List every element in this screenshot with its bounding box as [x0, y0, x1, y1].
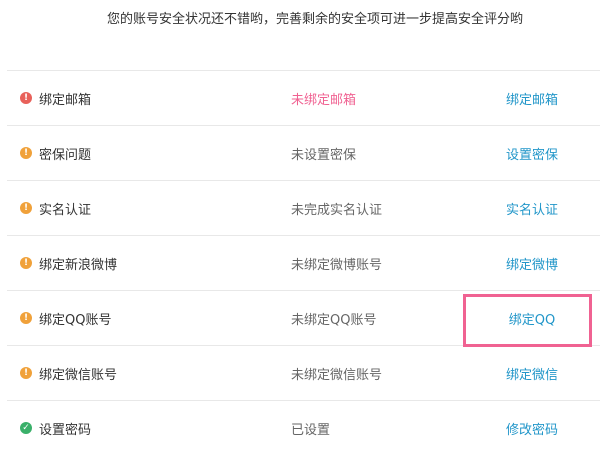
item-name: 绑定新浪微博 — [39, 258, 118, 273]
security-item-wechat: ! 绑定微信账号 未绑定微信账号 绑定微信 — [7, 345, 600, 400]
security-item-security-question: ! 密保问题 未设置密保 设置密保 — [7, 125, 600, 180]
exclamation-icon: ! — [20, 312, 32, 324]
item-status: 未绑定微博账号 — [291, 258, 383, 273]
real-name-verify-link[interactable]: 实名认证 — [482, 199, 582, 218]
exclamation-icon: ! — [20, 92, 32, 104]
check-icon: ✓ — [20, 422, 32, 434]
exclamation-icon: ! — [20, 367, 32, 379]
set-security-question-link[interactable]: 设置密保 — [482, 144, 582, 163]
item-name: 设置密码 — [39, 423, 92, 438]
security-item-password: ✓ 设置密码 已设置 修改密码 — [7, 400, 600, 450]
bind-wechat-link[interactable]: 绑定微信 — [482, 364, 582, 383]
change-password-link[interactable]: 修改密码 — [482, 419, 582, 438]
item-name: 密保问题 — [39, 148, 92, 163]
bind-email-link[interactable]: 绑定邮箱 — [482, 89, 582, 108]
item-status: 未绑定微信账号 — [291, 368, 383, 383]
security-status-message: 您的账号安全状况还不错哟，完善剩余的安全项可进一步提高安全评分哟 — [106, 12, 523, 27]
bind-qq-link[interactable]: 绑定QQ — [482, 309, 582, 328]
exclamation-icon: ! — [20, 257, 32, 269]
security-item-real-name: ! 实名认证 未完成实名认证 实名认证 — [7, 180, 600, 235]
exclamation-icon: ! — [20, 147, 32, 159]
item-status: 未绑定邮箱 — [291, 93, 357, 108]
bind-weibo-link[interactable]: 绑定微博 — [482, 254, 582, 273]
item-status: 未完成实名认证 — [291, 203, 383, 218]
security-item-email: ! 绑定邮箱 未绑定邮箱 绑定邮箱 — [7, 70, 600, 125]
item-status: 未绑定QQ账号 — [291, 313, 377, 328]
security-item-qq: ! 绑定QQ账号 未绑定QQ账号 绑定QQ — [7, 290, 600, 345]
security-item-weibo: ! 绑定新浪微博 未绑定微博账号 绑定微博 — [7, 235, 600, 290]
item-name: 绑定微信账号 — [39, 368, 118, 383]
item-status: 未设置密保 — [291, 148, 357, 163]
security-items-list: ! 绑定邮箱 未绑定邮箱 绑定邮箱 ! 密保问题 未设置密保 设置密保 ! 实名… — [7, 70, 600, 450]
item-status: 已设置 — [291, 423, 331, 438]
item-name: 实名认证 — [39, 203, 92, 218]
item-name: 绑定QQ账号 — [39, 313, 112, 328]
item-name: 绑定邮箱 — [39, 93, 92, 108]
security-settings-page: 您的账号安全状况还不错哟，完善剩余的安全项可进一步提高安全评分哟 ! 绑定邮箱 … — [0, 0, 600, 450]
exclamation-icon: ! — [20, 202, 32, 214]
